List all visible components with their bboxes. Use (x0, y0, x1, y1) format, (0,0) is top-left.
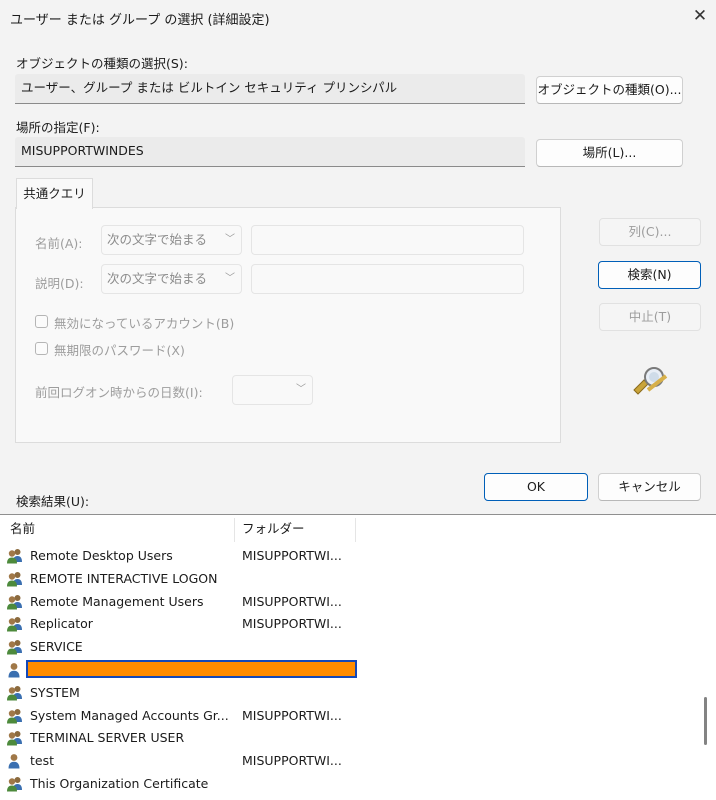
description-label: 説明(D): (35, 276, 84, 291)
user-icon (6, 753, 23, 769)
location-field: MISUPPORTWINDES (15, 137, 525, 167)
row-name: test (30, 753, 55, 769)
row-folder: MISUPPORTWI... (242, 707, 342, 723)
name-mode-select[interactable]: 次の文字で始まる ﹀ (101, 225, 242, 255)
group-icon (6, 685, 23, 701)
column-divider[interactable] (234, 518, 235, 542)
row-name: SERVICE (30, 639, 83, 655)
table-row[interactable]: SERVICE (6, 636, 696, 658)
user-icon (6, 662, 23, 678)
group-icon (6, 776, 23, 792)
table-row-selected[interactable] (6, 659, 696, 681)
chevron-down-icon: ﹀ (296, 384, 306, 395)
table-row[interactable]: test MISUPPORTWI... (6, 750, 696, 772)
object-types-button[interactable]: オブジェクトの種類(O)... (536, 76, 683, 104)
group-icon (6, 708, 23, 724)
disabled-accounts-checkbox[interactable] (35, 315, 48, 328)
group-icon (6, 639, 23, 655)
table-row[interactable]: Replicator MISUPPORTWI... (6, 613, 696, 635)
non-expiring-password-label: 無期限のパスワード(X) (54, 343, 185, 358)
chevron-down-icon: ﹀ (225, 273, 235, 284)
name-mode-value: 次の文字で始まる (107, 232, 208, 247)
cancel-button[interactable]: キャンセル (598, 473, 701, 501)
row-folder: MISUPPORTWI... (242, 593, 342, 609)
row-name: REMOTE INTERACTIVE LOGON (30, 570, 218, 586)
object-type-label: オブジェクトの種類の選択(S): (16, 56, 188, 71)
group-icon (6, 571, 23, 587)
find-now-button[interactable]: 検索(N) (598, 261, 701, 289)
redacted-selection-highlight (26, 660, 357, 678)
results-scrollbar-thumb[interactable] (704, 697, 707, 745)
row-folder: MISUPPORTWI... (242, 616, 342, 632)
name-label: 名前(A): (35, 236, 83, 251)
group-icon (6, 594, 23, 610)
row-name: Remote Desktop Users (30, 548, 173, 563)
days-since-logon-label: 前回ログオン時からの日数(I): (35, 385, 203, 400)
search-magnifier-icon (628, 366, 670, 396)
stop-button[interactable]: 中止(T) (599, 303, 701, 331)
name-input[interactable] (251, 225, 524, 255)
search-results-label: 検索結果(U): (16, 494, 90, 509)
columns-button[interactable]: 列(C)... (599, 218, 701, 246)
row-name: TERMINAL SERVER USER (30, 730, 185, 746)
table-row[interactable]: System Managed Accounts Gr... MISUPPORTWI… (6, 705, 696, 727)
column-header-name[interactable]: 名前 (10, 514, 35, 544)
row-folder: MISUPPORTWI... (242, 548, 342, 563)
object-type-field: ユーザー、グループ または ビルトイン セキュリティ プリンシパル (15, 74, 525, 104)
table-row[interactable]: Remote Desktop Users MISUPPORTWI... (6, 545, 696, 567)
row-name: System Managed Accounts Gr... (30, 707, 229, 723)
ok-button[interactable]: OK (484, 473, 588, 501)
days-since-logon-select[interactable]: ﹀ (232, 375, 313, 405)
tab-common-queries[interactable]: 共通クエリ (16, 178, 93, 209)
table-row[interactable]: TERMINAL SERVER USER (6, 727, 696, 749)
chevron-down-icon: ﹀ (225, 234, 235, 245)
location-label: 場所の指定(F): (16, 120, 100, 135)
locations-button[interactable]: 場所(L)... (536, 139, 683, 167)
row-name: This Organization Certificate (30, 776, 209, 791)
column-divider[interactable] (355, 518, 356, 542)
group-icon (6, 730, 23, 746)
group-icon (6, 616, 23, 632)
row-name: Replicator (30, 616, 93, 632)
window-title: ユーザー または グループ の選択 (詳細設定) (10, 13, 270, 28)
description-mode-value: 次の文字で始まる (107, 271, 208, 286)
table-row[interactable]: REMOTE INTERACTIVE LOGON (6, 568, 696, 590)
close-icon[interactable]: ✕ (690, 6, 710, 26)
group-icon (6, 548, 23, 564)
row-name: Remote Management Users (30, 593, 204, 609)
non-expiring-password-checkbox[interactable] (35, 342, 48, 355)
description-input[interactable] (251, 264, 524, 294)
disabled-accounts-label: 無効になっているアカウント(B) (54, 316, 235, 331)
table-row[interactable]: Remote Management Users MISUPPORTWI... (6, 591, 696, 613)
column-header-folder[interactable]: フォルダー (242, 514, 305, 544)
table-row[interactable]: SYSTEM (6, 682, 696, 704)
row-folder: MISUPPORTWI... (242, 753, 342, 769)
row-name: SYSTEM (30, 684, 80, 700)
table-row[interactable]: This Organization Certificate (6, 773, 696, 795)
description-mode-select[interactable]: 次の文字で始まる ﹀ (101, 264, 242, 294)
